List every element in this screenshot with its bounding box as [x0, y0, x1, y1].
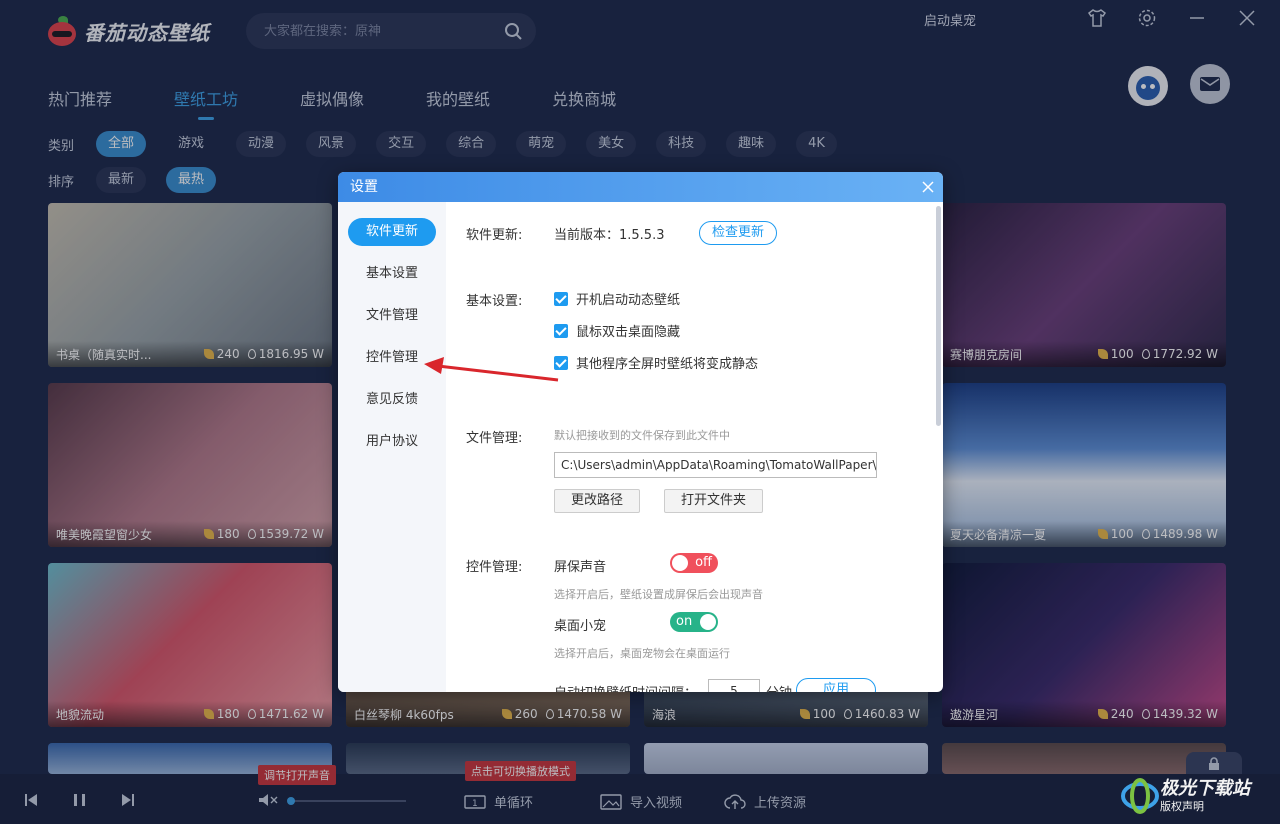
apply-button[interactable]: 应用: [796, 678, 877, 692]
watermark-logo-icon: [1121, 778, 1159, 814]
version-text: 当前版本：1.5.5.3: [554, 228, 665, 243]
dialog-title: 设置: [350, 179, 378, 195]
update-section-label: 软件更新:: [466, 228, 523, 243]
dblclick-hide-checkbox[interactable]: 鼠标双击桌面隐藏: [554, 321, 680, 340]
file-section-label: 文件管理:: [466, 431, 523, 446]
save-path-field[interactable]: C:\Users\admin\AppData\Roaming\TomatoWal…: [554, 452, 877, 478]
auto-switch-label: 自动切换壁纸时间间隔：: [554, 682, 697, 692]
change-path-button[interactable]: 更改路径: [554, 489, 641, 513]
auto-switch-input[interactable]: 5: [708, 679, 760, 692]
sidebar-item-files[interactable]: 文件管理: [348, 302, 436, 330]
checkbox-checked-icon[interactable]: [554, 355, 568, 370]
desktop-pet-hint: 选择开启后，桌面宠物会在桌面运行: [554, 647, 730, 660]
watermark-brand: 极光下载站: [1160, 778, 1250, 799]
settings-scrollbar[interactable]: [936, 206, 941, 426]
checkbox-checked-icon[interactable]: [554, 291, 568, 306]
sidebar-item-feedback[interactable]: 意见反馈: [348, 386, 436, 414]
fullscreen-static-checkbox[interactable]: 其他程序全屏时壁纸将变成静态: [554, 353, 758, 372]
autostart-checkbox[interactable]: 开机启动动态壁纸: [554, 289, 680, 308]
auto-switch-unit: 分钟: [766, 682, 792, 692]
screensaver-sound-label: 屏保声音: [554, 560, 607, 575]
sidebar-item-update[interactable]: 软件更新: [348, 218, 436, 246]
basic-section-label: 基本设置:: [466, 294, 523, 309]
desktop-pet-toggle[interactable]: on: [670, 612, 718, 632]
settings-content: 软件更新: 当前版本：1.5.5.3 检查更新 基本设置: 开机启动动态壁纸 鼠…: [446, 202, 933, 692]
sidebar-item-basic[interactable]: 基本设置: [348, 260, 436, 288]
settings-sidebar: 软件更新 基本设置 文件管理 控件管理 意见反馈 用户协议: [338, 202, 446, 692]
dialog-header: 设置: [338, 172, 943, 202]
desktop-pet-label: 桌面小宠: [554, 619, 607, 634]
check-update-button[interactable]: 检查更新: [699, 221, 778, 245]
sidebar-item-controls[interactable]: 控件管理: [348, 344, 436, 372]
settings-dialog: 设置 软件更新 基本设置 文件管理 控件管理 意见反馈 用户协议 软件更新: 当…: [338, 172, 943, 692]
control-section-label: 控件管理:: [466, 560, 523, 575]
watermark-sub: 版权声明: [1160, 800, 1204, 813]
watermark: 极光下载站 版权声明: [1120, 770, 1280, 824]
sidebar-item-agreement[interactable]: 用户协议: [348, 428, 436, 456]
file-hint: 默认把接收到的文件保存到此文件中: [554, 429, 730, 442]
screensaver-hint: 选择开启后，壁纸设置成屏保后会出现声音: [554, 588, 763, 601]
checkbox-checked-icon[interactable]: [554, 323, 568, 338]
screensaver-sound-toggle[interactable]: off: [670, 553, 718, 573]
dialog-close-icon[interactable]: [921, 180, 935, 194]
open-folder-button[interactable]: 打开文件夹: [664, 489, 764, 513]
